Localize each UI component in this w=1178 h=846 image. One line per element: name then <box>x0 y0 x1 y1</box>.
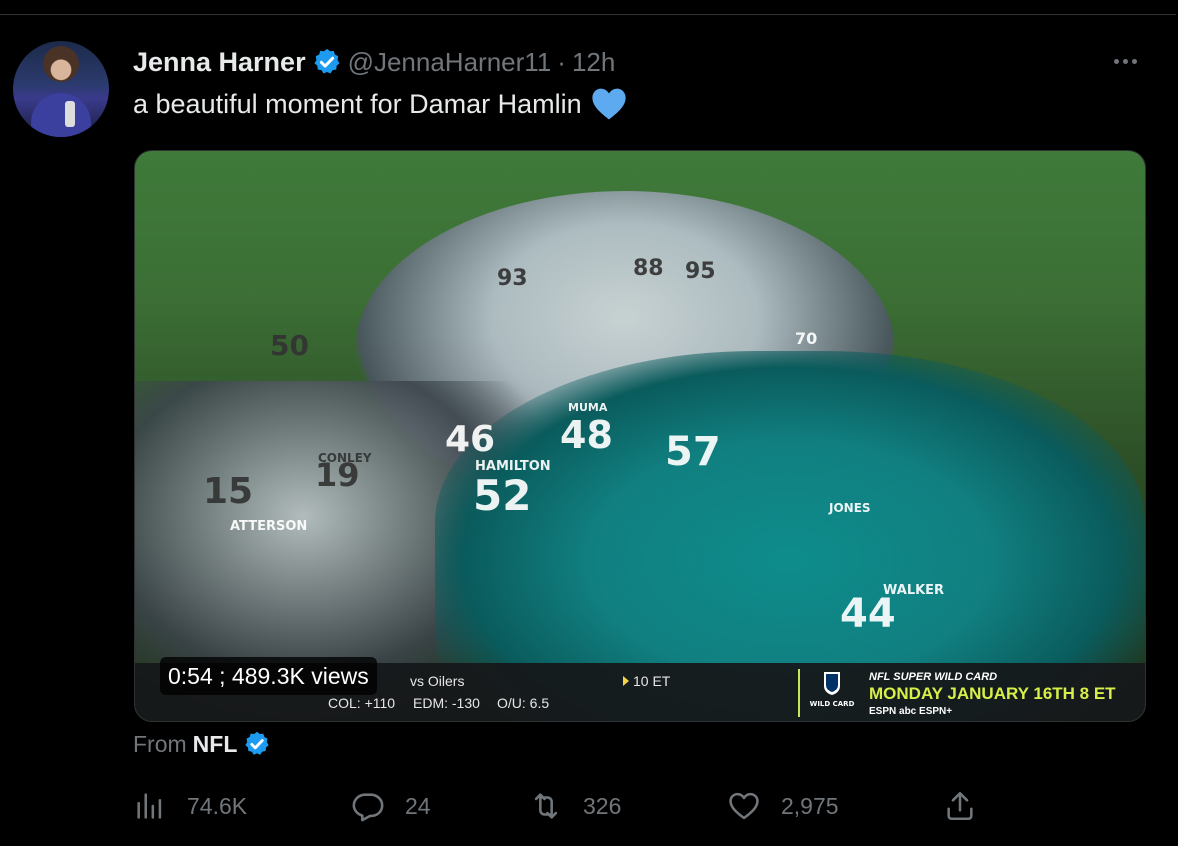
avatar-coat <box>31 93 91 137</box>
author-avatar[interactable] <box>13 41 109 137</box>
jersey-name: CONLEY <box>318 451 372 465</box>
play-arrow-icon <box>623 676 629 686</box>
jersey-number: 46 <box>445 419 496 460</box>
header-separator: · <box>557 46 566 77</box>
jersey-name: HAMILTON <box>475 459 551 474</box>
verified-badge-icon <box>245 731 270 755</box>
ticker-over-under: O/U: 6.5 <box>497 695 550 711</box>
more-dot <box>1131 58 1137 64</box>
more-dot <box>1113 58 1119 64</box>
jersey-number: 48 <box>560 413 613 457</box>
retweet-icon <box>534 793 558 819</box>
video-player[interactable]: 93 88 95 46 48 57 52 50 15 19 44 70 MUMA… <box>134 150 1146 722</box>
jersey-number: 70 <box>795 329 818 348</box>
jersey-number: 50 <box>270 329 309 362</box>
wild-card-badge-icon: WILD CARD <box>810 672 855 708</box>
media-source: From NFL <box>133 730 277 758</box>
source-account[interactable]: NFL <box>193 731 238 758</box>
jersey-number: 15 <box>203 471 254 512</box>
verified-badge-icon <box>314 48 340 74</box>
author-name[interactable]: Jenna Harner <box>133 47 306 78</box>
promo-networks: ESPN abc ESPN+ <box>869 706 953 717</box>
author-handle[interactable]: @JennaHarner11 <box>348 47 552 78</box>
ticker-time-label: 10 ET <box>633 673 671 689</box>
tweet-body: a beautiful moment for Damar Hamlin <box>133 88 582 119</box>
jersey-name: ATTERSON <box>230 519 308 534</box>
tweet-header: Jenna Harner @JennaHarner11 · 12h <box>133 44 615 80</box>
retweet-count: 326 <box>583 792 622 819</box>
views-button[interactable]: 74.6K <box>133 786 247 826</box>
reply-icon <box>352 793 384 822</box>
views-count: 74.6K <box>187 792 248 819</box>
jersey-number: 88 <box>633 256 664 281</box>
tweet-text: a beautiful moment for Damar Hamlin <box>133 86 628 122</box>
share-icon <box>947 791 973 821</box>
like-button[interactable]: 2,975 <box>727 786 839 826</box>
ticker-matchup: vs Oilers <box>410 673 465 689</box>
source-prefix: From <box>133 730 187 757</box>
ticker-edm-odds: EDM: -130 <box>413 695 480 711</box>
reply-button[interactable]: 24 <box>351 786 431 826</box>
promo-heading: NFL SUPER WILD CARD <box>869 671 998 683</box>
analytics-icon <box>137 793 162 819</box>
ticker-col-odds: COL: +110 <box>328 695 396 711</box>
promo-date: MONDAY JANUARY 16TH 8 ET <box>869 684 1116 703</box>
tweet-timestamp[interactable]: 12h <box>572 47 615 78</box>
jersey-number: 57 <box>665 429 721 475</box>
share-button[interactable] <box>943 786 997 826</box>
like-count: 2,975 <box>781 792 839 819</box>
jersey-name: MUMA <box>568 401 608 414</box>
top-divider <box>0 14 1176 15</box>
blue-heart-emoji-icon <box>592 88 626 120</box>
jersey-name: WALKER <box>883 583 945 598</box>
ticker-game-time: 10 ET <box>623 673 670 689</box>
more-dot <box>1122 58 1128 64</box>
jersey-number: 95 <box>685 259 716 284</box>
wild-card-badge-label: WILD CARD <box>810 700 855 708</box>
avatar-microphone <box>65 101 75 127</box>
heart-icon <box>729 792 759 820</box>
ticker-divider <box>798 669 800 717</box>
tweet-actions: 74.6K 24 326 2,975 <box>133 786 1013 826</box>
jersey-name: JONES <box>829 501 871 515</box>
jersey-number: 52 <box>473 471 532 520</box>
retweet-button[interactable]: 326 <box>529 786 621 826</box>
more-options-icon[interactable] <box>1108 46 1142 76</box>
video-duration-views: 0:54 ; 489.3K views <box>160 657 377 695</box>
reply-count: 24 <box>405 792 431 819</box>
jersey-number: 93 <box>497 266 528 291</box>
